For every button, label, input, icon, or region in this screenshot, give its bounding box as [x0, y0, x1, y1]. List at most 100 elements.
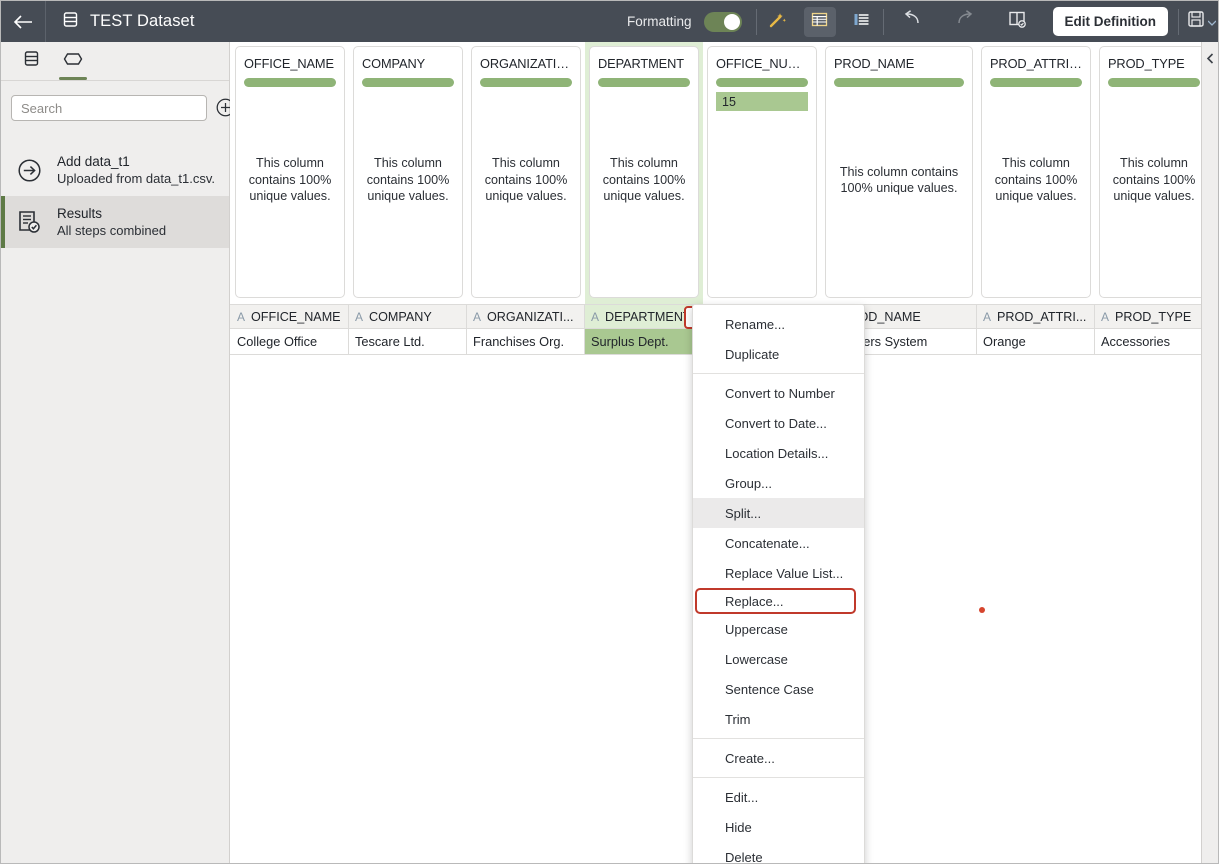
column-card-slot: OFFICE_NUMBER15 — [703, 42, 821, 304]
menu-item[interactable]: Create... — [693, 743, 864, 773]
column-unique-message: This column contains 100% unique values. — [244, 87, 336, 297]
column-card-title: COMPANY — [362, 56, 454, 71]
top-toolbar: TEST Dataset Formatting — [1, 1, 1219, 42]
back-button[interactable] — [1, 1, 45, 42]
column-card[interactable]: ORGANIZATION This column contains 100% un… — [471, 46, 581, 298]
redo-icon — [955, 10, 975, 33]
sidebar-item-title: Results — [57, 206, 166, 221]
column-type-glyph-icon: A — [237, 310, 245, 324]
undo-button[interactable] — [896, 7, 928, 37]
grid-header-cell[interactable]: APROD_ATTRI... — [977, 305, 1095, 328]
sidebar-item-database-tab[interactable] — [10, 42, 52, 80]
menu-item[interactable]: Trim — [693, 704, 864, 734]
menu-item[interactable]: Location Details... — [693, 438, 864, 468]
menu-separator — [693, 777, 864, 778]
sidebar-item-recipe-tab[interactable] — [52, 42, 94, 80]
column-card[interactable]: OFFICE_NAMEThis column contains 100% uni… — [235, 46, 345, 298]
column-type-glyph-icon: A — [1101, 310, 1109, 324]
formatting-label: Formatting — [627, 14, 692, 29]
list-view-icon — [853, 11, 870, 33]
column-unique-message: This column contains 100% unique values. — [480, 87, 572, 297]
grid-header-label: PROD_ATTRI... — [997, 310, 1086, 324]
grid-header-cell[interactable]: A OFFICE_NAME — [231, 305, 349, 328]
redo-button[interactable] — [949, 7, 981, 37]
column-unique-message: This column contains 100% unique values. — [362, 87, 454, 297]
magic-wand-button[interactable] — [762, 7, 794, 37]
grid-header-cell[interactable]: APROD_TYPE — [1095, 305, 1213, 328]
column-card[interactable]: PROD_TYPEThis column contains 100% uniqu… — [1099, 46, 1209, 298]
column-card-slot: PROD_NAMEThis column contains 100% uniqu… — [821, 42, 977, 304]
grid-header-label: COMPANY — [369, 310, 432, 324]
column-fill-bar — [1108, 78, 1200, 87]
dataset-title-group: TEST Dataset — [46, 11, 195, 33]
column-card[interactable]: DEPARTMENTThis column contains 100% uniq… — [589, 46, 699, 298]
grid-cell[interactable]: Tescare Ltd. — [349, 329, 467, 354]
grid-cell[interactable]: Accessories — [1095, 329, 1213, 354]
sidebar-item-results[interactable]: Results All steps combined — [1, 196, 229, 248]
grid-view-icon — [811, 11, 828, 33]
column-fill-bar — [990, 78, 1082, 87]
left-sidebar: Add data_t1 Uploaded from data_t1.csv. — [1, 42, 230, 864]
grid-header-cell[interactable]: ADEPARTMENT — [585, 305, 703, 328]
menu-item[interactable]: Convert to Date... — [693, 408, 864, 438]
grid-cell[interactable]: Franchises Org. — [467, 329, 585, 354]
column-card[interactable]: COMPANY This column contains 100% unique … — [353, 46, 463, 298]
grid-cell[interactable]: Surplus Dept. — [585, 329, 703, 354]
menu-item[interactable]: Sentence Case — [693, 674, 864, 704]
grid-header-label: OFFICE_NAME — [251, 310, 341, 324]
menu-item[interactable]: Lowercase — [693, 644, 864, 674]
column-fill-bar — [598, 78, 690, 87]
search-input[interactable] — [11, 95, 207, 121]
column-unique-message — [716, 111, 808, 297]
formatting-group: Formatting — [627, 12, 742, 32]
column-card[interactable]: PROD_NAMEThis column contains 100% uniqu… — [825, 46, 973, 298]
menu-item[interactable]: Uppercase — [693, 614, 864, 644]
menu-item[interactable]: Edit... — [693, 782, 864, 812]
column-fill-bar — [834, 78, 964, 87]
sidebar-item-add-data[interactable]: Add data_t1 Uploaded from data_t1.csv. — [1, 144, 229, 196]
active-tab-underline — [59, 77, 87, 80]
formatting-toggle[interactable] — [704, 12, 742, 32]
list-view-button[interactable] — [846, 7, 878, 37]
column-card[interactable]: OFFICE_NUMBER15 — [707, 46, 817, 298]
column-type-glyph-icon: A — [355, 310, 363, 324]
menu-separator — [693, 373, 864, 374]
data-dictionary-button[interactable] — [1002, 7, 1034, 37]
column-card[interactable]: PROD_ATTRIBU...This column contains 100%… — [981, 46, 1091, 298]
column-card-title: ORGANIZATION — [480, 56, 572, 71]
column-value-bar[interactable]: 15 — [716, 92, 808, 111]
grid-header-cell[interactable]: A COMPANY — [349, 305, 467, 328]
column-card-slot: PROD_TYPEThis column contains 100% uniqu… — [1095, 42, 1213, 304]
grid-header-cell[interactable]: AORGANIZATI... — [467, 305, 585, 328]
column-card-title: PROD_NAME — [834, 56, 964, 71]
menu-item[interactable]: Delete — [693, 842, 864, 864]
grid-view-button[interactable] — [804, 7, 836, 37]
menu-item[interactable]: Split... — [693, 498, 864, 528]
right-panel-collapsed — [1201, 42, 1218, 864]
menu-item[interactable]: Concatenate... — [693, 528, 864, 558]
save-button[interactable] — [1179, 10, 1219, 33]
menu-item[interactable]: Replace Value List... — [693, 558, 864, 588]
column-card-slot: ORGANIZATION This column contains 100% un… — [467, 42, 585, 304]
grid-cell[interactable]: Orange — [977, 329, 1095, 354]
arrow-left-icon — [13, 14, 33, 30]
collapse-panel-button[interactable] — [1202, 51, 1219, 69]
menu-item[interactable]: Group... — [693, 468, 864, 498]
undo-icon — [902, 10, 922, 33]
page-title: TEST Dataset — [90, 12, 195, 31]
column-card-slot: OFFICE_NAMEThis column contains 100% uni… — [231, 42, 349, 304]
menu-item[interactable]: Hide — [693, 812, 864, 842]
data-dictionary-icon — [1008, 10, 1027, 34]
save-dropdown-chevron-down-icon[interactable] — [1208, 13, 1216, 31]
sidebar-item-text: Add data_t1 Uploaded from data_t1.csv. — [57, 154, 215, 186]
edit-definition-button[interactable]: Edit Definition — [1053, 7, 1169, 36]
grid-cell[interactable]: College Office — [231, 329, 349, 354]
column-context-menu[interactable]: Rename...Duplicate Convert to NumberConve… — [692, 304, 865, 864]
menu-item[interactable]: Replace... — [695, 588, 856, 614]
database-icon — [62, 11, 79, 33]
menu-item[interactable]: Duplicate — [693, 339, 864, 369]
menu-item[interactable]: Rename... — [693, 309, 864, 339]
view-tools — [757, 7, 883, 37]
menu-item[interactable]: Convert to Number — [693, 378, 864, 408]
flow-node-icon — [63, 52, 83, 71]
